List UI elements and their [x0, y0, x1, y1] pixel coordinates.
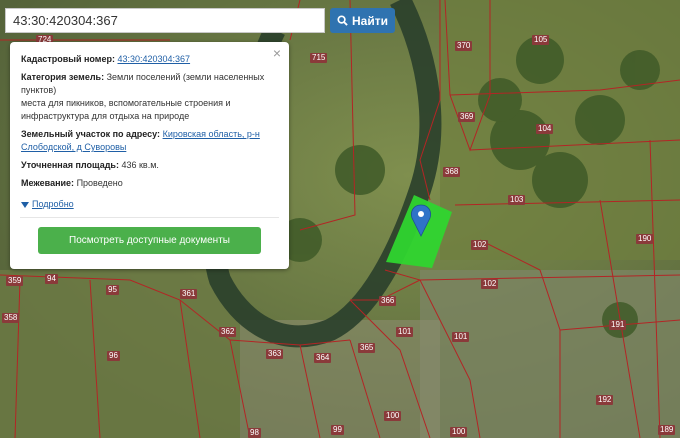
- parcel-label[interactable]: 104: [536, 124, 554, 134]
- parcel-label[interactable]: 101: [396, 327, 414, 337]
- search-button-label: Найти: [352, 13, 388, 28]
- search-icon: [337, 15, 348, 26]
- cadastral-link[interactable]: 43:30:420304:367: [117, 54, 190, 64]
- parcel-label[interactable]: 103: [508, 195, 526, 205]
- parcel-label[interactable]: 359: [6, 276, 24, 286]
- survey-label: Межевание:: [21, 178, 75, 188]
- category-label: Категория земель:: [21, 72, 105, 82]
- parcel-label[interactable]: 715: [310, 53, 328, 63]
- address-row: Земельный участок по адресу: Кировская о…: [21, 128, 278, 154]
- parcel-label[interactable]: 365: [358, 343, 376, 353]
- parcel-label[interactable]: 370: [455, 41, 473, 51]
- parcel-label[interactable]: 189: [658, 425, 676, 435]
- survey-row: Межевание: Проведено: [21, 177, 278, 190]
- parcel-label[interactable]: 95: [106, 285, 119, 295]
- parcel-label[interactable]: 366: [379, 296, 397, 306]
- parcel-label[interactable]: 102: [471, 240, 489, 250]
- parcel-label[interactable]: 368: [443, 167, 461, 177]
- search-input[interactable]: [5, 8, 325, 33]
- caret-down-icon: [21, 201, 29, 208]
- category-description: места для пикников, вспомогательные стро…: [21, 98, 231, 121]
- parcel-label[interactable]: 100: [450, 427, 468, 437]
- parcel-label[interactable]: 101: [452, 332, 470, 342]
- category-row: Категория земель: Земли поселений (земли…: [21, 71, 278, 123]
- close-icon[interactable]: ×: [273, 46, 281, 60]
- parcel-label[interactable]: 362: [219, 327, 237, 337]
- parcel-label[interactable]: 192: [596, 395, 614, 405]
- details-toggle-label: Подробно: [32, 199, 74, 209]
- parcel-label[interactable]: 105: [532, 35, 550, 45]
- parcel-label[interactable]: 99: [331, 425, 344, 435]
- parcel-label[interactable]: 96: [107, 351, 120, 361]
- cadastral-row: Кадастровый номер: 43:30:420304:367: [21, 53, 278, 66]
- survey-value: Проведено: [76, 178, 123, 188]
- search-button[interactable]: Найти: [330, 8, 395, 33]
- parcel-label[interactable]: 98: [248, 428, 261, 438]
- address-label: Земельный участок по адресу:: [21, 129, 161, 139]
- parcel-label[interactable]: 358: [2, 313, 20, 323]
- parcel-info-card: × Кадастровый номер: 43:30:420304:367 Ка…: [10, 42, 289, 269]
- area-label: Уточненная площадь:: [21, 160, 119, 170]
- parcel-label[interactable]: 369: [458, 112, 476, 122]
- cadastral-label: Кадастровый номер:: [21, 54, 115, 64]
- divider: [20, 217, 279, 218]
- parcel-label[interactable]: 102: [481, 279, 499, 289]
- details-toggle[interactable]: Подробно: [21, 198, 278, 211]
- area-value: 436 кв.м.: [121, 160, 159, 170]
- parcel-label[interactable]: 364: [314, 353, 332, 363]
- parcel-label[interactable]: 94: [45, 274, 58, 284]
- parcel-label[interactable]: 361: [180, 289, 198, 299]
- parcel-label[interactable]: 190: [636, 234, 654, 244]
- parcel-label[interactable]: 100: [384, 411, 402, 421]
- parcel-label[interactable]: 363: [266, 349, 284, 359]
- area-row: Уточненная площадь: 436 кв.м.: [21, 159, 278, 172]
- parcel-label[interactable]: 191: [609, 320, 627, 330]
- view-documents-button[interactable]: Посмотреть доступные документы: [38, 227, 261, 254]
